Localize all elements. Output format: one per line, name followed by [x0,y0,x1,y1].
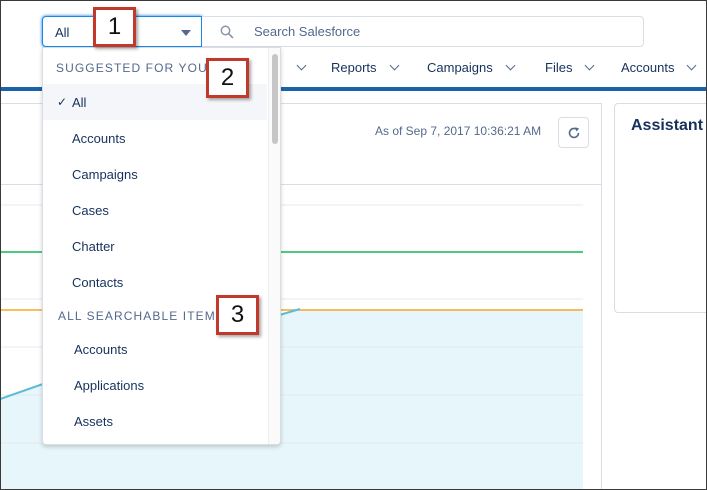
chevron-down-icon[interactable] [505,60,516,71]
dropdown-item-label: Accounts [74,342,128,357]
callout-2: 2 [206,58,249,98]
searchable-heading: ALL SEARCHABLE ITEMS [58,309,225,323]
suggested-heading: SUGGESTED FOR YOU [56,61,208,75]
dropdown-item-label: Cases [72,203,109,218]
search-scope-value: All [55,25,70,40]
assistant-title: Assistant [631,117,704,134]
nav-item-reports[interactable]: Reports [331,60,399,75]
chevron-down-icon[interactable] [585,60,595,71]
caret-down-icon [181,30,191,36]
nav-item-files[interactable]: Files [545,60,595,75]
nav-item-label: Accounts [621,60,675,75]
chevron-down-icon[interactable] [687,60,697,71]
dropdown-item-label: Campaigns [72,167,138,182]
nav-item-campaigns[interactable]: Campaigns [427,60,516,75]
dropdown-item-label: Assets [74,414,114,429]
check-icon: ✓ [57,95,68,109]
dropdown-item-label: Accounts [72,131,126,146]
dropdown-item-label: Contacts [72,275,124,290]
nav-item-label: Campaigns [427,60,493,75]
search-scope-dropdown: SUGGESTED FOR YOU ✓ All Accounts Campaig… [42,47,281,445]
dropdown-item-searchable-accounts[interactable]: Accounts [43,331,267,367]
nav-item-accounts[interactable]: Accounts [621,60,697,75]
dropdown-item-campaigns[interactable]: Campaigns [43,156,267,192]
refresh-button[interactable] [558,117,589,148]
refresh-icon [568,127,580,139]
dropdown-item-label: Chatter [72,239,115,254]
dropdown-item-accounts[interactable]: Accounts [43,120,267,156]
as-of-timestamp: As of Sep 7, 2017 10:36:21 AM [375,124,542,138]
global-search-input[interactable]: Search Salesforce [202,16,644,47]
dropdown-item-assets[interactable]: Assets [43,403,267,439]
chevron-down-icon[interactable] [389,60,399,71]
dropdown-item-applications[interactable]: Applications [43,367,267,403]
dropdown-item-label: All [72,95,87,110]
search-icon [220,25,234,39]
nav-item-overflow[interactable] [296,60,307,75]
callout-1: 1 [93,7,136,47]
search-placeholder: Search Salesforce [254,24,361,39]
dropdown-item-label: Applications [74,378,145,393]
nav-item-label: Reports [331,60,377,75]
nav-item-label: Files [545,60,573,75]
assistant-card: Assistant [614,103,707,313]
dropdown-item-chatter[interactable]: Chatter [43,228,267,264]
chevron-down-icon[interactable] [296,60,307,71]
callout-3: 3 [216,295,259,335]
dropdown-item-cases[interactable]: Cases [43,192,267,228]
dropdown-scrollbar-thumb[interactable] [272,54,278,144]
